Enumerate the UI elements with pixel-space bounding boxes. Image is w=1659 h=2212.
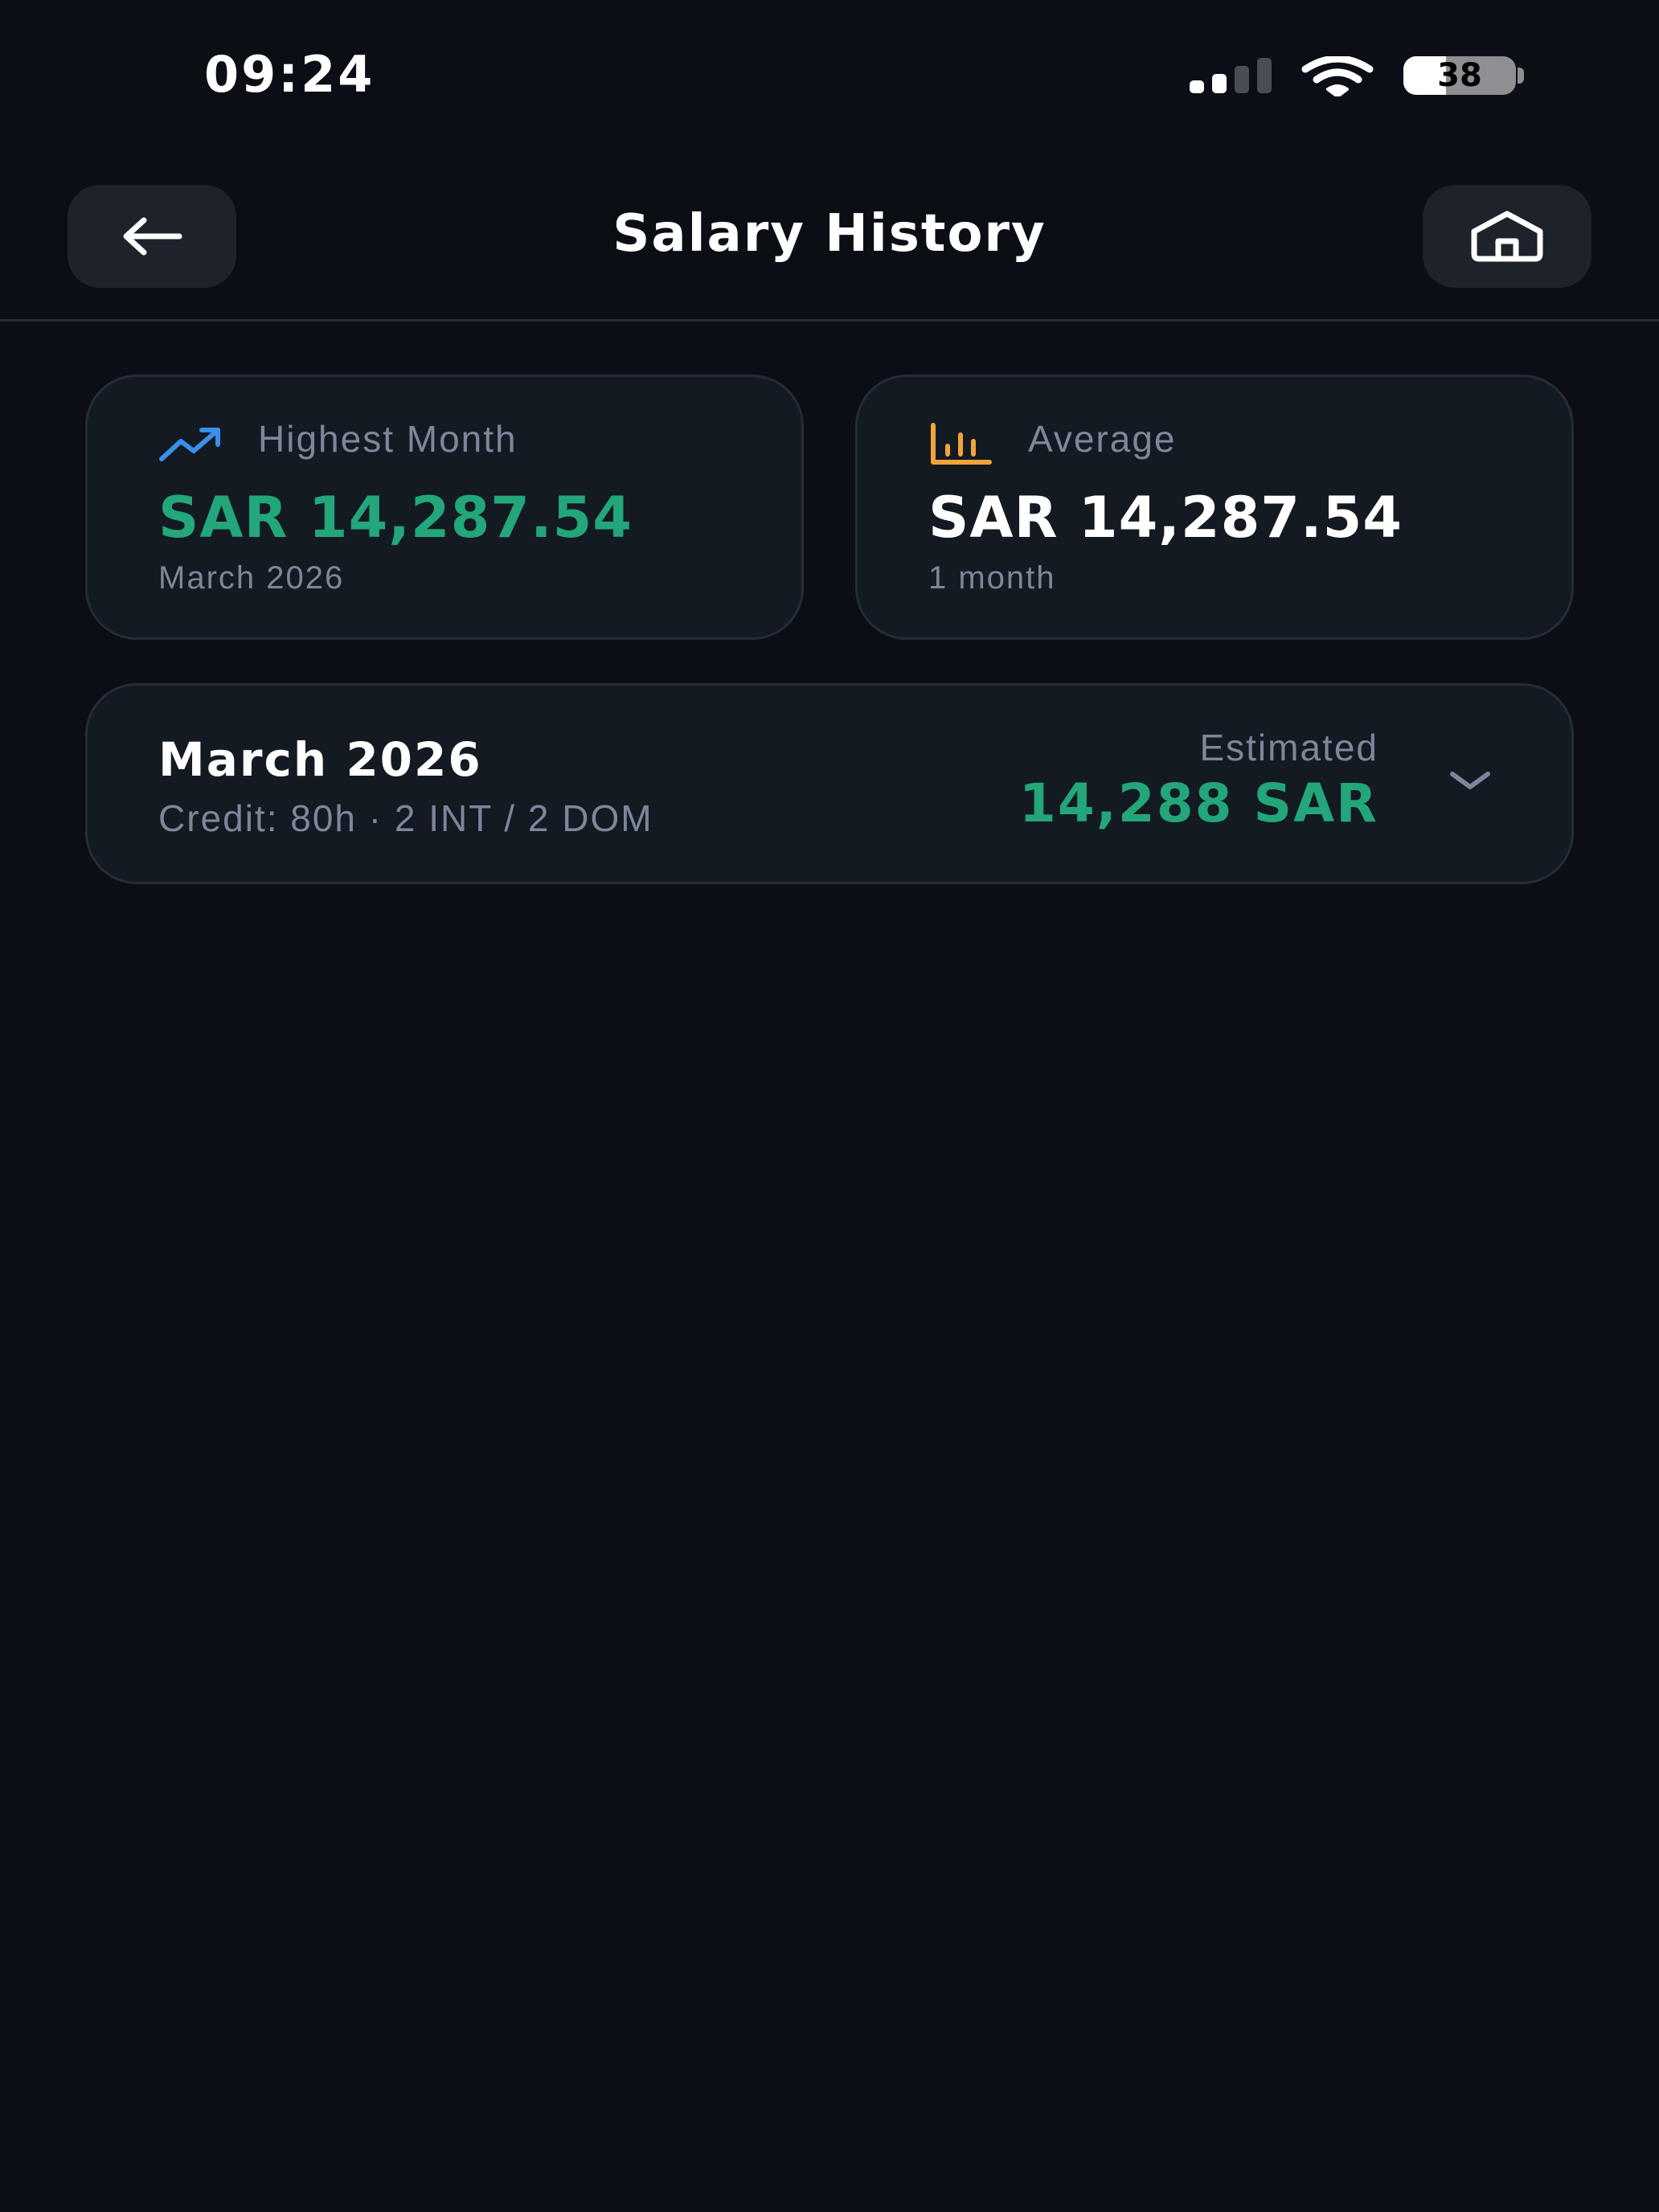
battery-cap: [1518, 68, 1524, 84]
month-amount: 14,288 SAR: [1018, 772, 1378, 834]
average-value: SAR 14,287.54: [928, 485, 1403, 551]
status-time: 09:24: [204, 45, 375, 104]
bar-chart-icon: [931, 423, 992, 465]
month-row[interactable]: March 2026 Credit: 80h · 2 INT / 2 DOM E…: [85, 683, 1574, 884]
status-bar: 09:24 38: [0, 0, 1659, 153]
highest-month-date: March 2026: [158, 560, 345, 596]
battery-icon: 38: [1403, 56, 1516, 95]
average-label: Average: [1028, 418, 1177, 460]
average-period: 1 month: [928, 560, 1056, 596]
home-button[interactable]: [1423, 185, 1591, 288]
trending-up-icon: [159, 428, 220, 461]
header-divider: [0, 319, 1659, 322]
month-status: Estimated: [1199, 727, 1378, 768]
average-card: Average SAR 14,287.54 1 month: [855, 375, 1574, 640]
home-icon: [1471, 211, 1543, 262]
highest-month-value: SAR 14,287.54: [158, 485, 633, 551]
wifi-icon: [1301, 56, 1374, 96]
highest-month-label: Highest Month: [258, 418, 518, 460]
battery-level-text: 38: [1437, 57, 1482, 94]
signal-icon: [1190, 58, 1273, 93]
page-title: Salary History: [612, 204, 1047, 264]
month-title: March 2026: [158, 732, 482, 787]
month-credit: Credit: 80h · 2 INT / 2 DOM: [158, 797, 653, 839]
highest-month-card: Highest Month SAR 14,287.54 March 2026: [85, 375, 804, 640]
chevron-down-icon[interactable]: [1446, 766, 1494, 795]
